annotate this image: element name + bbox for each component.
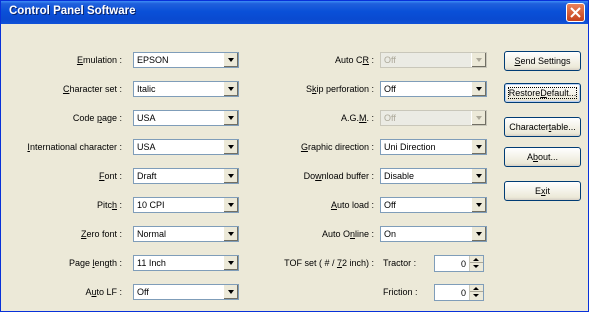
auto-online-value: On [384,229,397,239]
page-length-dropdown[interactable]: 11 Inch [133,255,239,271]
international-character-dropdown[interactable]: USA [133,139,239,155]
skip-perforation-dropdown[interactable]: Off [380,81,487,97]
friction-value: 0 [460,288,466,298]
send-settings-button[interactable]: Send Settings [504,51,581,71]
character-set-value: Italic [137,84,156,94]
chevron-down-icon[interactable] [471,169,486,183]
emulation-label: Emulation : [76,55,122,65]
character-table-button[interactable]: Character t able... [504,117,581,137]
auto-load-value: Off [384,200,396,210]
chevron-down-icon[interactable] [471,198,486,212]
zero-font-value: Normal [137,229,167,239]
chevron-down-icon[interactable] [223,82,238,96]
spin-up-button[interactable] [470,285,483,292]
graphic-direction-value: Uni Direction [384,142,436,152]
spin-up-button[interactable] [470,256,483,263]
control-panel-window: Control Panel Software Emulation : EPSON… [0,0,589,312]
auto-cr-value: Off [384,55,396,65]
auto-cr-label: Auto CR : [334,55,374,65]
chevron-down-icon [471,53,486,67]
spin-up-down-icon[interactable] [469,285,483,300]
skip-perforation-label: Skip perforation : [305,84,374,94]
emulation-dropdown[interactable]: EPSON [133,52,239,68]
restore-default-button[interactable]: Restore Default... [504,83,581,103]
chevron-down-icon[interactable] [471,82,486,96]
download-buffer-label: Download buffer : [303,171,374,181]
tof-set-label: TOF set ( # / 72 inch) : [284,258,374,268]
close-icon [570,7,581,18]
code-page-label: Code page : [72,113,122,123]
pitch-value: 10 CPI [137,200,165,210]
code-page-dropdown[interactable]: USA [133,110,239,126]
emulation-value: EPSON [137,55,169,65]
download-buffer-dropdown[interactable]: Disable [380,168,487,184]
character-set-dropdown[interactable]: Italic [133,81,239,97]
skip-perforation-value: Off [384,84,396,94]
zero-font-label: Zero font : [80,229,122,239]
page-length-value: 11 Inch [137,258,166,268]
chevron-down-icon[interactable] [223,53,238,67]
download-buffer-value: Disable [384,171,415,181]
graphic-direction-label: Graphic direction : [300,142,374,152]
focus-ring [508,87,577,99]
font-value: Draft [137,171,157,181]
auto-cr-dropdown: Off [380,52,487,68]
agm-value: Off [384,113,396,123]
close-button[interactable] [566,3,585,22]
auto-lf-value: Off [137,287,149,297]
chevron-down-icon [471,111,486,125]
auto-lf-label: Auto LF : [85,287,122,297]
chevron-down-icon[interactable] [223,227,238,241]
chevron-down-icon[interactable] [223,140,238,154]
auto-lf-dropdown[interactable]: Off [133,284,239,300]
chevron-down-icon[interactable] [223,169,238,183]
spin-down-button[interactable] [470,263,483,270]
chevron-down-icon[interactable] [223,256,238,270]
auto-online-label: Auto Online : [321,229,374,239]
agm-label: A.G.M. : [340,113,374,123]
international-character-value: USA [137,142,156,152]
friction-spinner[interactable]: 0 [434,284,484,301]
about-button[interactable]: Ab out... [504,147,581,167]
chevron-down-icon[interactable] [223,285,238,299]
chevron-down-icon[interactable] [223,111,238,125]
chevron-down-icon[interactable] [471,227,486,241]
page-length-label: Page length : [68,258,122,268]
tractor-value: 0 [460,259,466,269]
title-bar[interactable]: Control Panel Software [1,1,588,24]
auto-load-dropdown[interactable]: Off [380,197,487,213]
pitch-dropdown[interactable]: 10 CPI [133,197,239,213]
tractor-label: Tractor : [383,258,417,268]
auto-load-label: Auto load : [330,200,374,210]
window-title: Control Panel Software [9,5,136,17]
friction-label: Friction : [383,287,418,297]
exit-button[interactable]: Ex it [504,181,581,201]
auto-online-dropdown[interactable]: On [380,226,487,242]
chevron-down-icon[interactable] [471,140,486,154]
agm-dropdown: Off [380,110,487,126]
character-set-label: Character set : [62,84,122,94]
international-character-label: International character : [27,142,122,152]
spin-down-button[interactable] [470,292,483,299]
pitch-label: Pitch : [96,200,122,210]
chevron-down-icon[interactable] [223,198,238,212]
spin-up-down-icon[interactable] [469,256,483,271]
code-page-value: USA [137,113,156,123]
graphic-direction-dropdown[interactable]: Uni Direction [380,139,487,155]
zero-font-dropdown[interactable]: Normal [133,226,239,242]
font-label: Font : [98,171,122,181]
font-dropdown[interactable]: Draft [133,168,239,184]
tractor-spinner[interactable]: 0 [434,255,484,272]
